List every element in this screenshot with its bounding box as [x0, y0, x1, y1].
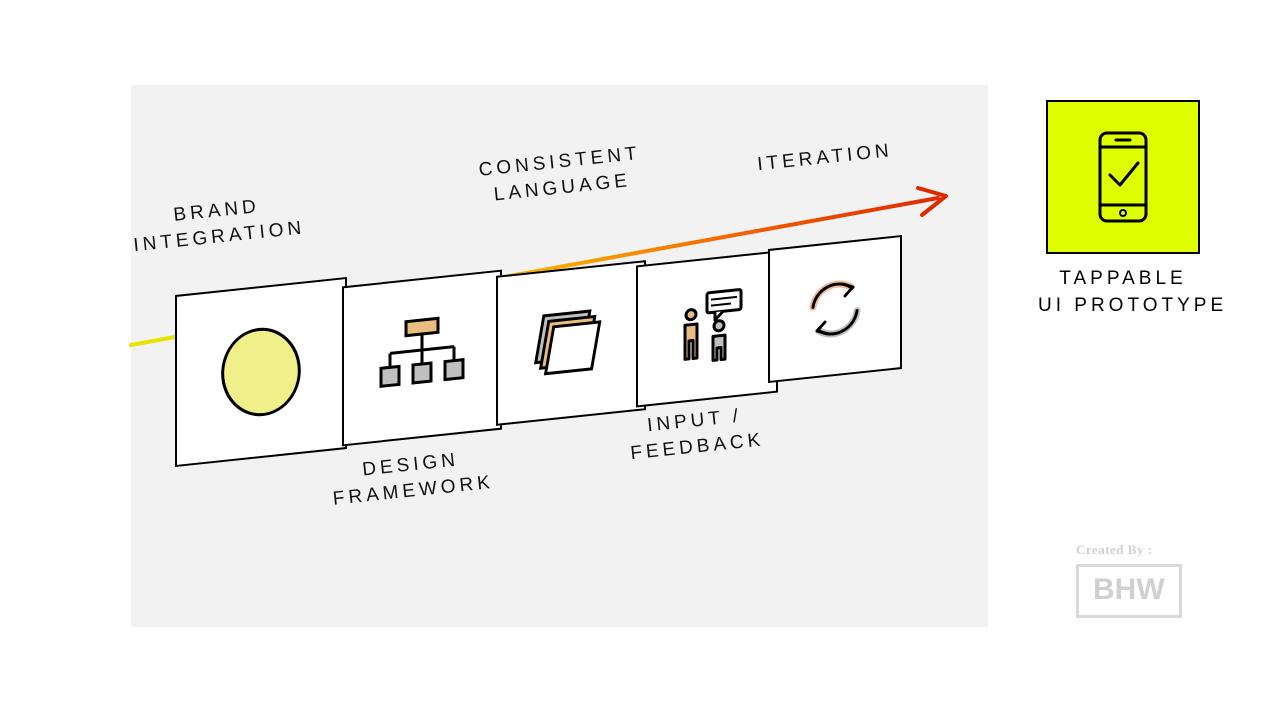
- step-card-iteration: [768, 235, 902, 383]
- result-block: TAPPABLE UI PROTOTYPE: [1038, 100, 1208, 319]
- result-label: TAPPABLE UI PROTOTYPE: [1038, 266, 1208, 319]
- phone-check-icon: [1088, 127, 1158, 227]
- step-card-design-framework: [342, 270, 502, 447]
- tree-icon: [370, 301, 474, 416]
- result-card: [1046, 100, 1200, 254]
- layers-icon: [523, 290, 619, 396]
- step-card-input-feedback: [636, 251, 778, 408]
- credit-text: Created By :: [1076, 542, 1206, 558]
- credit-logo: BHW: [1093, 575, 1165, 605]
- step-card-consistent-language: [496, 260, 646, 426]
- credit-logo-box: BHW: [1076, 564, 1182, 618]
- credit-block: Created By : BHW: [1076, 542, 1206, 618]
- circle-icon: [206, 311, 316, 433]
- people-icon: [659, 276, 755, 382]
- cycle-icon: [793, 263, 877, 356]
- step-card-brand-integration: [175, 277, 347, 467]
